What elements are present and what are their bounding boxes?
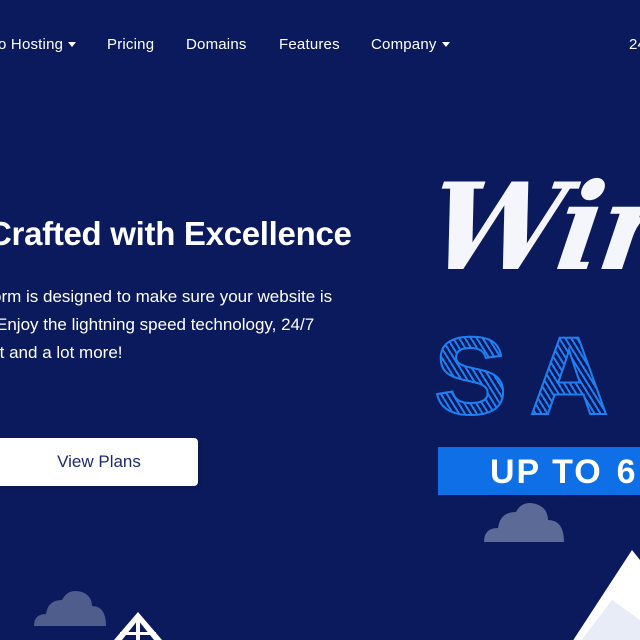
mountain-icon: [573, 550, 640, 640]
hero-description-line: orm is designed to make sure your websit…: [0, 287, 333, 306]
nav-item-label: o Hosting: [0, 36, 64, 53]
view-plans-label: View Plans: [57, 452, 141, 471]
view-plans-button[interactable]: View Plans: [0, 438, 198, 486]
cloud-icon: [34, 591, 106, 626]
nav-item-hosting[interactable]: o Hosting: [0, 36, 77, 53]
nav-item-features[interactable]: Features: [279, 36, 340, 53]
hero-description-line: Enjoy the lightning speed technology, 24…: [0, 315, 315, 334]
caret-down-icon: [68, 41, 77, 47]
nav-item-label: Domains: [186, 36, 247, 53]
hero-description-line: rt and a lot more!: [0, 343, 123, 362]
page: o Hosting Pricing Domains Features Compa…: [0, 0, 640, 640]
nav-item-pricing[interactable]: Pricing: [107, 36, 154, 53]
promo-script-text: Wir: [420, 157, 640, 298]
nav-item-company[interactable]: Company: [371, 36, 450, 53]
promo-band-text: UP TO: [490, 453, 603, 491]
nav-item-label: 24: [629, 36, 640, 53]
promo-sale-text: SA: [433, 315, 631, 438]
promo-band-percent: 6: [616, 453, 638, 491]
arrow-up-icon: [114, 612, 162, 640]
nav-item-support[interactable]: 24: [629, 36, 640, 53]
caret-down-icon: [441, 41, 450, 47]
nav-item-label: Pricing: [107, 36, 155, 53]
nav-item-label: Features: [279, 36, 340, 53]
nav-item-label: Company: [371, 36, 437, 53]
cloud-icon: [484, 503, 564, 542]
nav-item-domains[interactable]: Domains: [186, 36, 247, 53]
top-nav: o Hosting Pricing Domains Features Compa…: [0, 0, 640, 90]
promo-discount-band: UP TO 6: [438, 447, 640, 495]
hero-title: Crafted with Excellence: [0, 215, 352, 252]
